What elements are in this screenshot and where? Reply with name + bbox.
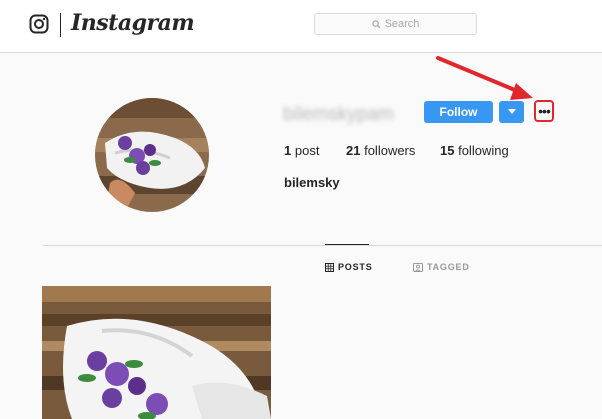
- ellipsis-icon: •••: [538, 103, 551, 119]
- search-icon: [371, 19, 381, 29]
- followers-label: followers: [364, 143, 416, 158]
- search-placeholder: Search: [384, 18, 420, 30]
- following-label: following: [458, 143, 509, 158]
- posts-count: 1: [284, 143, 292, 158]
- logo-divider: [60, 13, 61, 37]
- instagram-logo-icon[interactable]: [29, 14, 49, 34]
- posts-count-stat: 1 post: [284, 143, 346, 158]
- profile-username: bilemskypam: [283, 104, 394, 125]
- tag-icon: [413, 262, 423, 272]
- following-count: 15: [440, 143, 455, 158]
- tab-posts-label: POSTS: [338, 262, 373, 272]
- tab-tagged-label: TAGGED: [427, 262, 470, 272]
- tab-tagged[interactable]: TAGGED: [413, 262, 470, 272]
- caret-down-icon: [507, 109, 516, 114]
- more-options-button[interactable]: •••: [534, 100, 554, 122]
- suggested-accounts-dropdown-button[interactable]: [499, 101, 524, 123]
- grid-icon: [325, 262, 334, 272]
- post-thumbnail[interactable]: [42, 286, 271, 419]
- following-count-stat[interactable]: 15 following: [440, 143, 509, 158]
- instagram-wordmark[interactable]: Instagram: [71, 10, 195, 36]
- profile-avatar: [95, 98, 209, 212]
- followers-count: 21: [346, 143, 361, 158]
- top-navigation-bar: Instagram Search: [0, 0, 602, 53]
- tab-posts[interactable]: POSTS: [325, 262, 373, 272]
- follow-button[interactable]: Follow: [424, 101, 493, 123]
- posts-label: post: [294, 143, 320, 158]
- active-tab-indicator: [325, 244, 369, 245]
- profile-display-name: bilemsky: [284, 175, 340, 190]
- tabs-divider: [43, 245, 602, 246]
- search-input[interactable]: Search: [314, 13, 477, 35]
- followers-count-stat[interactable]: 21 followers: [346, 143, 440, 158]
- profile-stats: 1 post 21 followers 15 following: [284, 143, 509, 158]
